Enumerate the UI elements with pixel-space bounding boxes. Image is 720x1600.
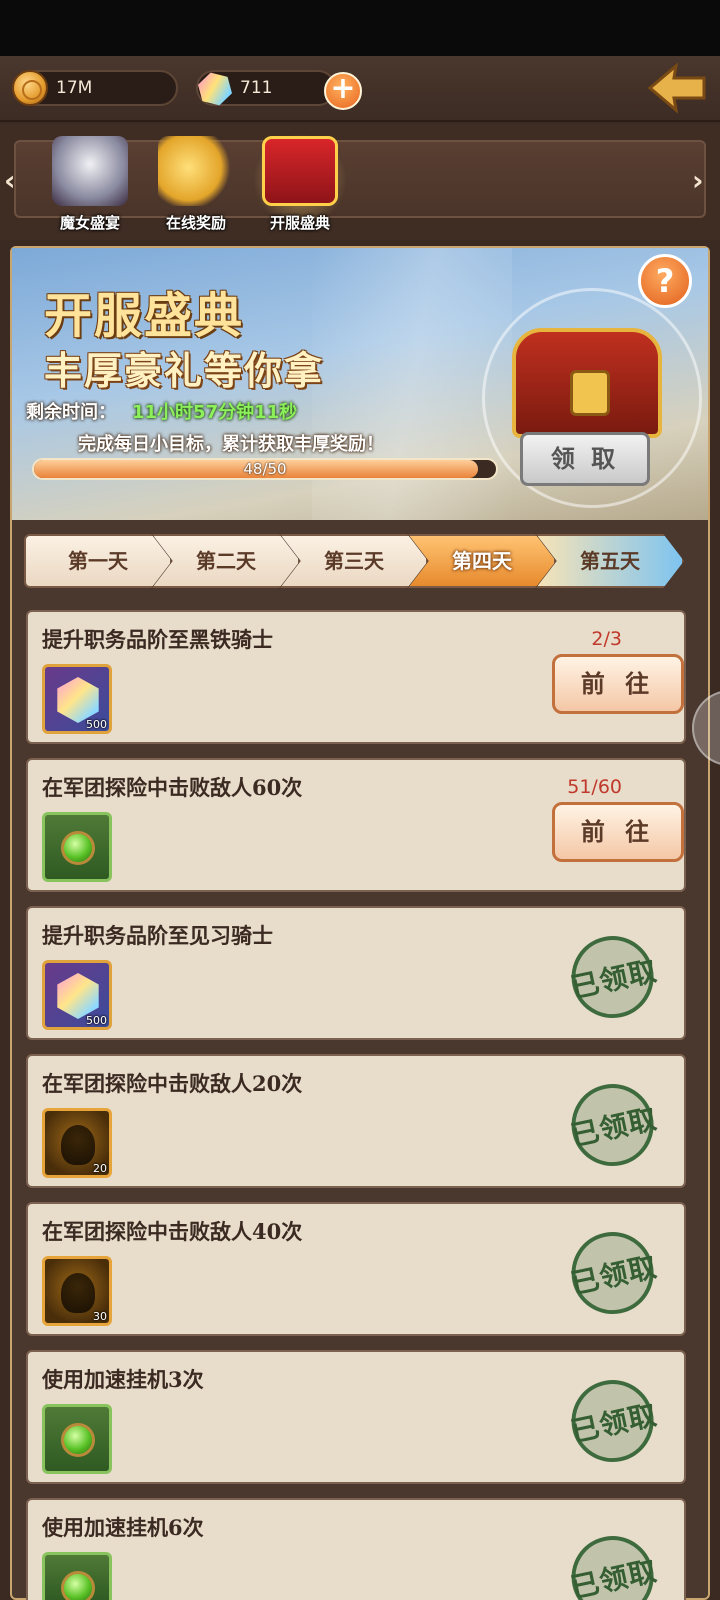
progress-text: 48/50 (243, 460, 287, 478)
scroll-right-icon[interactable]: › (692, 164, 704, 197)
resource-bar: 17M 711 + (0, 56, 720, 122)
event-tab-strip: ‹ › 魔女盛宴 在线奖励 开服盛典 (0, 124, 720, 240)
tab-day-5[interactable]: 第五天 (536, 534, 684, 588)
task-title: 在军团探险中击败敌人20次 (42, 1071, 303, 1096)
task-card: 提升职务品阶至黑铁骑士 500 2/3 前 往 (26, 610, 686, 744)
day-tabs: 第一天 第二天 第三天 第四天 第五天 (24, 534, 696, 590)
gift-box-icon (262, 136, 338, 206)
claimed-stamp: 已领取 (550, 1370, 675, 1477)
tab-label: 在线奖励 (165, 214, 226, 232)
task-progress: 2/3 (591, 628, 622, 650)
help-button[interactable]: ? (638, 254, 692, 308)
tab-day-3[interactable]: 第三天 (280, 534, 428, 588)
task-title: 使用加速挂机3次 (42, 1367, 204, 1392)
remaining-time: 剩余时间： 11小时57分钟11秒 (26, 398, 297, 424)
tab-day-2[interactable]: 第二天 (152, 534, 300, 588)
reward-orb-icon[interactable] (42, 1404, 112, 1474)
back-arrow-icon[interactable] (646, 60, 708, 116)
task-title: 使用加速挂机6次 (42, 1515, 204, 1540)
event-banner: 开服盛典 丰厚豪礼等你拿 剩余时间： 11小时57分钟11秒 完成每日小目标，累计… (12, 248, 708, 520)
gem-amount: 711 (240, 78, 273, 98)
task-title: 在军团探险中击败敌人40次 (42, 1219, 303, 1244)
task-title: 在军团探险中击败敌人60次 (42, 775, 303, 800)
gold-amount: 17M (56, 78, 93, 98)
system-status-bar (0, 0, 720, 56)
event-progress-bar: 48/50 (32, 458, 498, 480)
witch-portrait-icon (52, 136, 128, 206)
claimed-stamp: 已领取 (550, 1074, 675, 1181)
task-title: 提升职务品阶至黑铁骑士 (42, 627, 273, 652)
reward-quantity: 30 (93, 1310, 107, 1323)
tab-online-reward[interactable]: 在线奖励 (146, 132, 246, 232)
gem-icon (194, 68, 236, 110)
gold-counter: 17M (12, 70, 178, 106)
add-gems-button[interactable]: + (324, 72, 362, 110)
task-card: 在军团探险中击败敌人40次 30 已领取 (26, 1202, 686, 1336)
reward-quantity: 500 (86, 718, 107, 731)
pocket-watch-icon (158, 136, 234, 206)
banner-description: 完成每日小目标，累计获取丰厚奖励！ (78, 434, 384, 455)
tab-day-4[interactable]: 第四天 (408, 534, 556, 588)
scroll-left-icon[interactable]: ‹ (4, 164, 16, 197)
reward-quantity: 20 (93, 1162, 107, 1175)
reward-gem-icon[interactable]: 500 (42, 664, 112, 734)
reward-orb-icon[interactable] (42, 1552, 112, 1600)
banner-subtitle: 丰厚豪礼等你拿 (44, 348, 325, 393)
tab-witch-feast[interactable]: 魔女盛宴 (40, 132, 140, 232)
tab-day-1[interactable]: 第一天 (24, 534, 172, 588)
claimed-stamp: 已领取 (550, 1526, 675, 1600)
claim-button[interactable]: 领 取 (520, 432, 650, 486)
go-button[interactable]: 前 往 (552, 802, 684, 862)
tab-label: 开服盛典 (269, 214, 330, 232)
task-title: 提升职务品阶至见习骑士 (42, 923, 273, 948)
time-label: 剩余时间： (26, 402, 116, 423)
reward-hero-shard-icon[interactable]: 20 (42, 1108, 112, 1178)
gem-counter: 711 (196, 70, 336, 106)
banner-title: 开服盛典 (44, 288, 245, 344)
go-button[interactable]: 前 往 (552, 654, 684, 714)
gold-coin-icon (12, 70, 48, 106)
treasure-chest-icon (512, 328, 662, 438)
reward-hero-shard-icon[interactable]: 30 (42, 1256, 112, 1326)
task-progress: 51/60 (567, 776, 622, 798)
tab-label: 魔女盛宴 (59, 214, 120, 232)
task-card: 使用加速挂机3次 已领取 (26, 1350, 686, 1484)
task-card: 提升职务品阶至见习骑士 500 已领取 (26, 906, 686, 1040)
claimed-stamp: 已领取 (550, 1222, 675, 1329)
claimed-stamp: 已领取 (550, 926, 675, 1033)
time-value: 11小时57分钟11秒 (132, 402, 298, 423)
task-card: 在军团探险中击败敌人60次 51/60 前 往 (26, 758, 686, 892)
tab-server-launch[interactable]: 开服盛典 (250, 132, 350, 232)
reward-gem-icon[interactable]: 500 (42, 960, 112, 1030)
task-card: 在军团探险中击败敌人20次 20 已领取 (26, 1054, 686, 1188)
reward-quantity: 500 (86, 1014, 107, 1027)
task-card: 使用加速挂机6次 已领取 (26, 1498, 686, 1600)
reward-orb-icon[interactable] (42, 812, 112, 882)
